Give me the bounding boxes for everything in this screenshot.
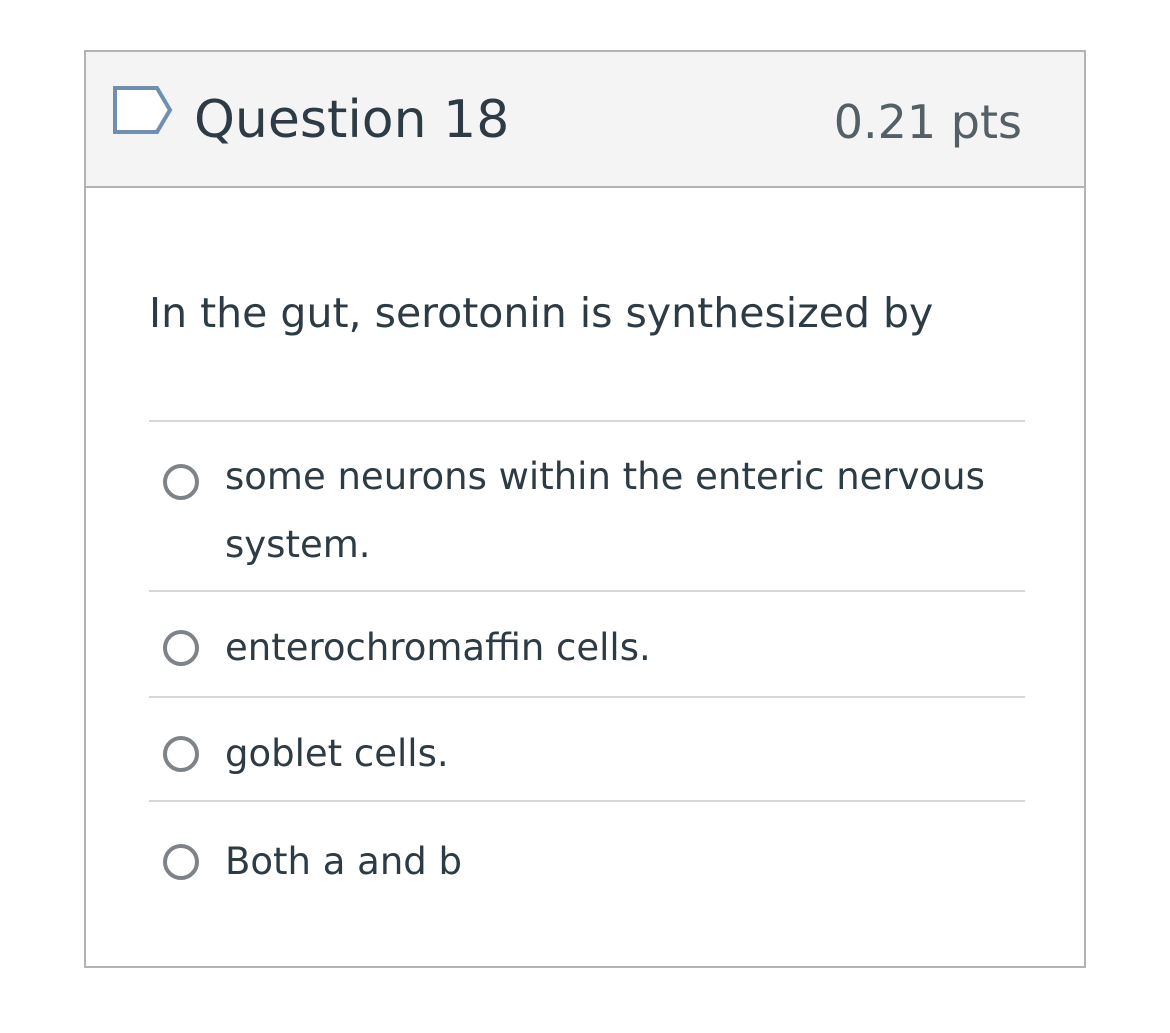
radio-button-icon[interactable] <box>163 630 199 666</box>
radio-button-icon[interactable] <box>163 464 199 500</box>
answer-option-4[interactable]: Both a and b <box>149 800 1025 910</box>
question-card: Question 18 0.21 pts In the gut, seroton… <box>84 50 1086 968</box>
answer-label[interactable]: some neurons within the enteric nervous … <box>225 443 1015 579</box>
answer-label[interactable]: goblet cells. <box>225 720 1015 788</box>
answer-list: some neurons within the enteric nervous … <box>149 420 1025 910</box>
answer-option-3[interactable]: goblet cells. <box>149 696 1025 800</box>
radio-button-icon[interactable] <box>163 844 199 880</box>
question-title: Question 18 <box>194 90 510 150</box>
question-text: In the gut, serotonin is synthesized by <box>149 289 934 337</box>
answer-option-2[interactable]: enterochromaffin cells. <box>149 590 1025 696</box>
flag-icon[interactable] <box>112 85 174 135</box>
question-points: 0.21 pts <box>833 95 1022 149</box>
answer-label[interactable]: Both a and b <box>225 828 1015 896</box>
radio-button-icon[interactable] <box>163 736 199 772</box>
answer-option-1[interactable]: some neurons within the enteric nervous … <box>149 420 1025 590</box>
answer-label[interactable]: enterochromaffin cells. <box>225 614 1015 682</box>
question-header: Question 18 0.21 pts <box>86 52 1084 188</box>
